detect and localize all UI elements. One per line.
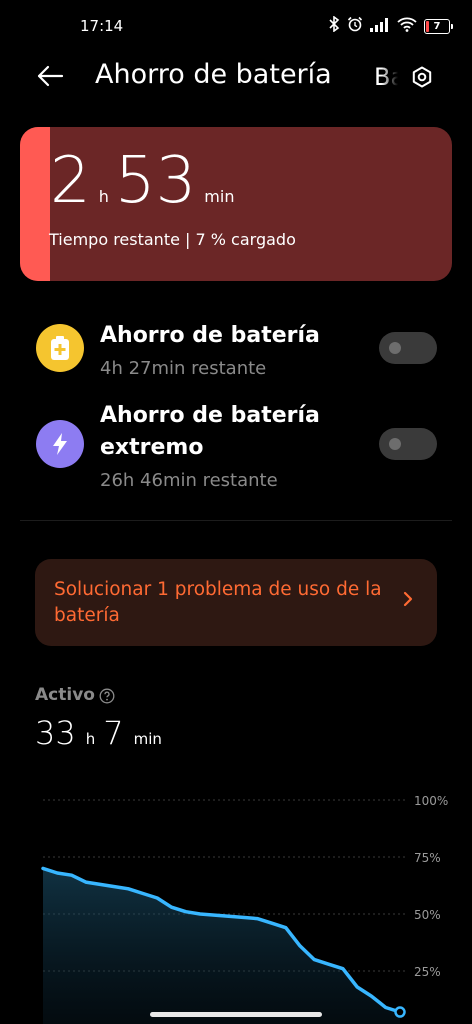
chevron-right-icon — [403, 591, 413, 611]
battery-saver-subtitle: 4h 27min restante — [100, 358, 267, 379]
battery-level-chart: 100%75%50%25%0% — [41, 794, 448, 1024]
battery-saver-title: Ahorro de batería — [100, 323, 320, 348]
app-bar: Ahorro de batería Ba — [0, 55, 472, 99]
chart-y-tick-label: 100% — [414, 794, 448, 808]
help-icon[interactable] — [99, 688, 115, 704]
remaining-hours: 2 — [50, 144, 91, 218]
active-minutes-unit: min — [133, 730, 162, 748]
ultra-battery-saver-toggle[interactable] — [379, 428, 437, 460]
wifi-icon — [397, 17, 417, 36]
chart-y-tick-label: 50% — [414, 908, 441, 922]
active-time: 33 h 7 min — [35, 714, 170, 752]
chart-y-tick-label: 25% — [414, 965, 441, 979]
battery-plus-icon — [36, 324, 84, 372]
ultra-battery-saver-title: Ahorro de batería extremo — [100, 403, 320, 460]
battery-saver-toggle[interactable] — [379, 332, 437, 364]
bluetooth-icon — [328, 15, 340, 36]
active-label: Activo — [35, 685, 95, 705]
active-minutes: 7 — [103, 714, 124, 752]
status-icons: 7 — [328, 15, 453, 36]
remaining-label: Tiempo restante | 7 % cargado — [49, 230, 296, 249]
back-button[interactable] — [33, 61, 67, 91]
battery-remaining-card: 2 h 53 min Tiempo restante | 7 % cargado — [20, 127, 452, 281]
chart-current-point — [394, 1006, 406, 1018]
fix-issue-card[interactable]: Solucionar 1 problema de uso de la bater… — [35, 559, 437, 646]
fix-issue-text: Solucionar 1 problema de uso de la bater… — [54, 579, 382, 626]
minutes-unit: min — [204, 187, 235, 206]
settings-button[interactable] — [408, 63, 436, 91]
hours-unit: h — [98, 187, 109, 206]
ultra-battery-saver-row[interactable]: Ahorro de batería extremo 26h 46min rest… — [0, 400, 472, 500]
status-time: 17:14 — [80, 17, 124, 35]
chart-area-fill — [43, 868, 400, 1024]
alarm-icon — [347, 16, 363, 36]
gear-icon — [412, 66, 432, 88]
active-hours: 33 — [35, 714, 76, 752]
remaining-time: 2 h 53 min — [50, 149, 240, 213]
back-arrow-icon — [37, 65, 64, 87]
battery-status-icon: 7 — [424, 18, 453, 34]
ultra-battery-saver-subtitle: 26h 46min restante — [100, 470, 278, 491]
page-title: Ahorro de batería — [95, 59, 332, 90]
battery-level-text: 7 — [433, 20, 441, 32]
home-indicator[interactable] — [150, 1012, 322, 1017]
battery-saver-row[interactable]: Ahorro de batería 4h 27min restante — [0, 320, 472, 390]
remaining-minutes: 53 — [114, 144, 197, 218]
divider — [20, 520, 452, 521]
signal-icon — [370, 17, 390, 36]
active-hours-unit: h — [85, 730, 96, 748]
status-bar: 17:14 7 — [0, 0, 472, 55]
title-overflow-text: Ba — [374, 63, 398, 91]
chart-y-tick-label: 75% — [414, 851, 441, 865]
battery-level-bar — [20, 127, 50, 281]
lightning-bolt-icon — [36, 420, 84, 468]
